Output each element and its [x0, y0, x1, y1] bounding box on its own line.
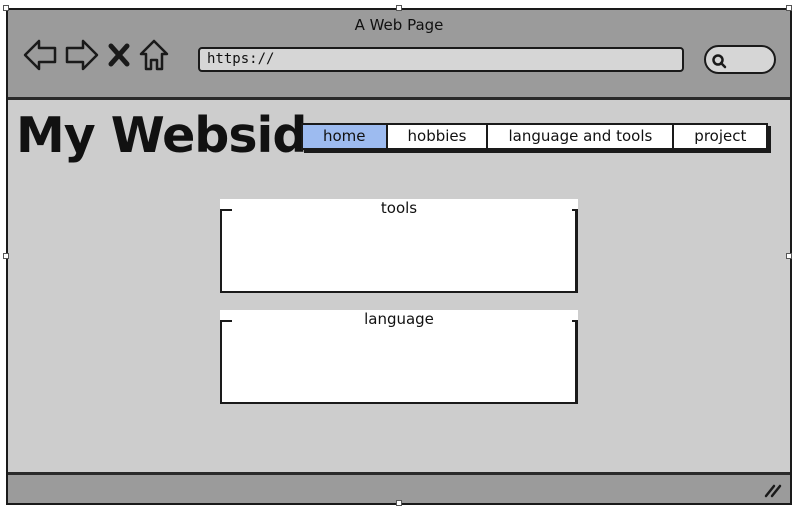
- resize-handle-bottom[interactable]: [396, 500, 402, 506]
- resize-handle-right[interactable]: [786, 253, 792, 259]
- resize-handle-left[interactable]: [3, 253, 9, 259]
- menu-item-hobbies[interactable]: hobbies: [388, 125, 489, 148]
- page-content: My Webside home hobbies language and too…: [8, 103, 790, 473]
- home-icon[interactable]: [138, 38, 170, 72]
- resize-handle-top[interactable]: [396, 5, 402, 11]
- menu-item-home[interactable]: home: [303, 125, 388, 148]
- resize-handle-top-left[interactable]: [3, 5, 9, 11]
- search-field[interactable]: [704, 45, 776, 74]
- resize-handle-top-right[interactable]: [786, 5, 792, 11]
- resize-grip-icon[interactable]: [762, 482, 782, 498]
- language-panel: language: [220, 310, 578, 404]
- menu-item-project[interactable]: project: [674, 125, 766, 148]
- browser-nav-controls: [22, 38, 170, 72]
- back-arrow-icon[interactable]: [22, 38, 58, 72]
- browser-title-bar: A Web Page https://: [8, 10, 790, 100]
- window-title: A Web Page: [354, 16, 444, 34]
- search-icon: [712, 54, 727, 69]
- site-title: My Webside: [16, 107, 340, 164]
- browser-window: A Web Page https:// My Webside home hobb…: [6, 8, 792, 505]
- forward-arrow-icon[interactable]: [64, 38, 100, 72]
- close-icon[interactable]: [106, 38, 132, 72]
- nav-menu: home hobbies language and tools project: [301, 123, 769, 150]
- tools-panel: tools: [220, 199, 578, 293]
- tools-panel-title: tools: [380, 199, 418, 217]
- status-bar: [8, 472, 790, 503]
- url-input[interactable]: https://: [198, 47, 684, 72]
- language-panel-title: language: [364, 310, 434, 328]
- menu-item-language-and-tools[interactable]: language and tools: [488, 125, 675, 148]
